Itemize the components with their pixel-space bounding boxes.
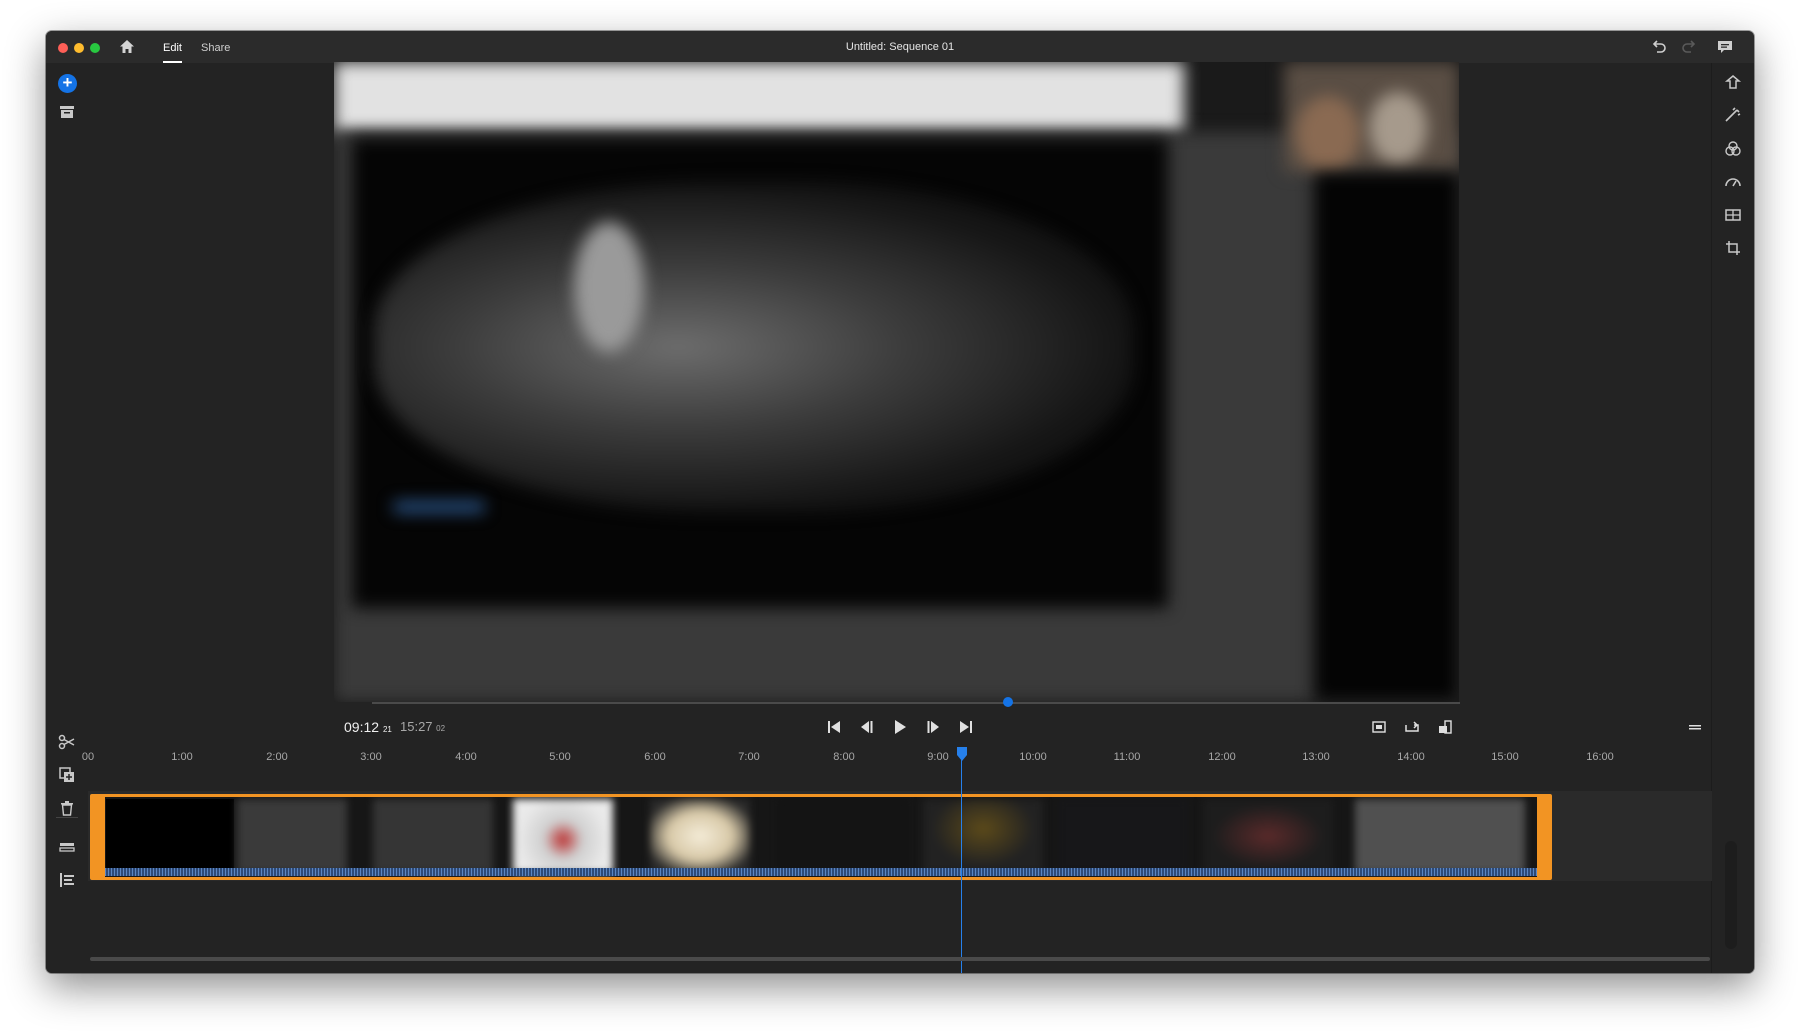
clip-thumbnail <box>923 799 1043 873</box>
right-toolbar <box>1711 63 1754 973</box>
clip-thumbnail <box>650 799 750 873</box>
redo-icon[interactable] <box>1680 38 1698 56</box>
preview-progress-glow <box>394 502 484 512</box>
ruler-tick: 2:00 <box>266 751 288 763</box>
preview-right-panel <box>1314 172 1459 702</box>
ruler-tick: 4:00 <box>455 751 477 763</box>
left-toolbar: + <box>46 63 88 973</box>
timeline-horizontal-scrollbar[interactable] <box>90 957 1710 961</box>
go-to-start-icon[interactable] <box>825 718 843 736</box>
effects-icon[interactable] <box>1723 106 1743 126</box>
speed-icon[interactable] <box>1723 172 1743 192</box>
ruler-tick: 3:00 <box>360 751 382 763</box>
ruler-tick: 16:00 <box>1586 751 1614 763</box>
clip-thumbnail <box>237 799 347 873</box>
total-timecode: 15:27 02 <box>400 719 445 734</box>
preview-scrubber[interactable] <box>372 702 1460 704</box>
close-window-button[interactable] <box>58 43 68 53</box>
clip-thumbnail <box>778 799 908 873</box>
clip-thumbnail <box>106 799 234 873</box>
tab-share[interactable]: Share <box>201 41 230 61</box>
total-frames: 02 <box>436 724 446 733</box>
loop-icon[interactable] <box>1403 718 1421 736</box>
go-to-end-icon[interactable] <box>957 718 975 736</box>
delete-icon[interactable] <box>57 798 77 818</box>
split-icon[interactable] <box>57 732 77 752</box>
video-preview[interactable] <box>334 62 1459 702</box>
undo-icon[interactable] <box>1650 38 1668 56</box>
color-icon[interactable] <box>1723 139 1743 159</box>
home-icon[interactable] <box>118 38 136 56</box>
ruler-tick: 11:00 <box>1113 751 1141 763</box>
comment-icon[interactable] <box>1716 38 1734 56</box>
duplicate-icon[interactable] <box>57 765 77 785</box>
preview-webcam-face-1 <box>1296 96 1360 172</box>
playhead-marker-icon[interactable] <box>956 746 968 762</box>
toolbar-divider <box>56 817 78 818</box>
tab-edit[interactable]: Edit <box>163 41 182 63</box>
current-frames: 21 <box>382 725 392 734</box>
ruler-tick: 15:00 <box>1491 751 1519 763</box>
clip-thumbnail <box>1203 799 1333 873</box>
transform-icon[interactable] <box>1723 238 1743 258</box>
clip-thumbnail <box>1058 799 1188 873</box>
preview-subject <box>374 182 1134 512</box>
ruler-tick: 5:00 <box>549 751 571 763</box>
timeline-clip[interactable] <box>90 794 1552 880</box>
window-title: Untitled: Sequence 01 <box>845 41 955 53</box>
shape-icon[interactable] <box>1723 73 1743 93</box>
app-window: Edit Share Untitled: Sequence 01 + 09:12… <box>46 31 1754 973</box>
ruler-tick: 6:00 <box>644 751 666 763</box>
ruler-tick: 7:00 <box>738 751 760 763</box>
clip-thumbnail <box>373 799 493 873</box>
title-bar: Edit Share Untitled: Sequence 01 <box>46 31 1754 63</box>
track-height-icon[interactable] <box>57 837 77 857</box>
ruler-tick: 00 <box>81 751 95 763</box>
step-forward-icon[interactable] <box>924 718 942 736</box>
clip-trim-handle-right[interactable] <box>1537 797 1549 877</box>
play-icon[interactable] <box>891 718 909 736</box>
ruler-tick: 10:00 <box>1019 751 1047 763</box>
current-timecode: 09:12 21 <box>344 719 392 735</box>
playhead-line[interactable] <box>961 760 962 973</box>
preview-highlight <box>574 222 644 352</box>
scrubber-knob[interactable] <box>1003 697 1013 707</box>
total-time: 15:27 <box>400 719 433 734</box>
timeline-vertical-scrollbar[interactable] <box>1725 841 1737 949</box>
ruler-tick: 13:00 <box>1302 751 1330 763</box>
ruler-tick: 1:00 <box>171 751 193 763</box>
clip-thumbnail <box>1355 799 1525 873</box>
clip-thumbnail <box>513 799 613 873</box>
ruler-tick: 8:00 <box>833 751 855 763</box>
ruler-tick: 12:00 <box>1208 751 1236 763</box>
clip-trim-handle-left[interactable] <box>93 797 105 877</box>
hamburger-menu-icon[interactable] <box>1686 718 1704 736</box>
zoom-window-button[interactable] <box>90 43 100 53</box>
add-media-icon[interactable]: + <box>58 74 77 93</box>
clip-audio-waveform <box>105 868 1537 876</box>
step-back-icon[interactable] <box>858 718 876 736</box>
project-panel-icon[interactable] <box>57 102 77 122</box>
current-time: 09:12 <box>344 719 380 735</box>
aspect-icon[interactable] <box>1436 718 1454 736</box>
timeline-ruler[interactable]: 00 1:00 2:00 3:00 4:00 5:00 6:00 7:00 8:… <box>82 743 1712 771</box>
preview-webcam-face-2 <box>1369 92 1427 164</box>
crop-grid-icon[interactable] <box>1723 205 1743 225</box>
ruler-tick: 14:00 <box>1397 751 1425 763</box>
minimize-window-button[interactable] <box>74 43 84 53</box>
fit-icon[interactable] <box>1370 718 1388 736</box>
preview-browser-bar <box>334 62 1184 134</box>
align-left-icon[interactable] <box>57 870 77 890</box>
ruler-tick: 9:00 <box>927 751 949 763</box>
